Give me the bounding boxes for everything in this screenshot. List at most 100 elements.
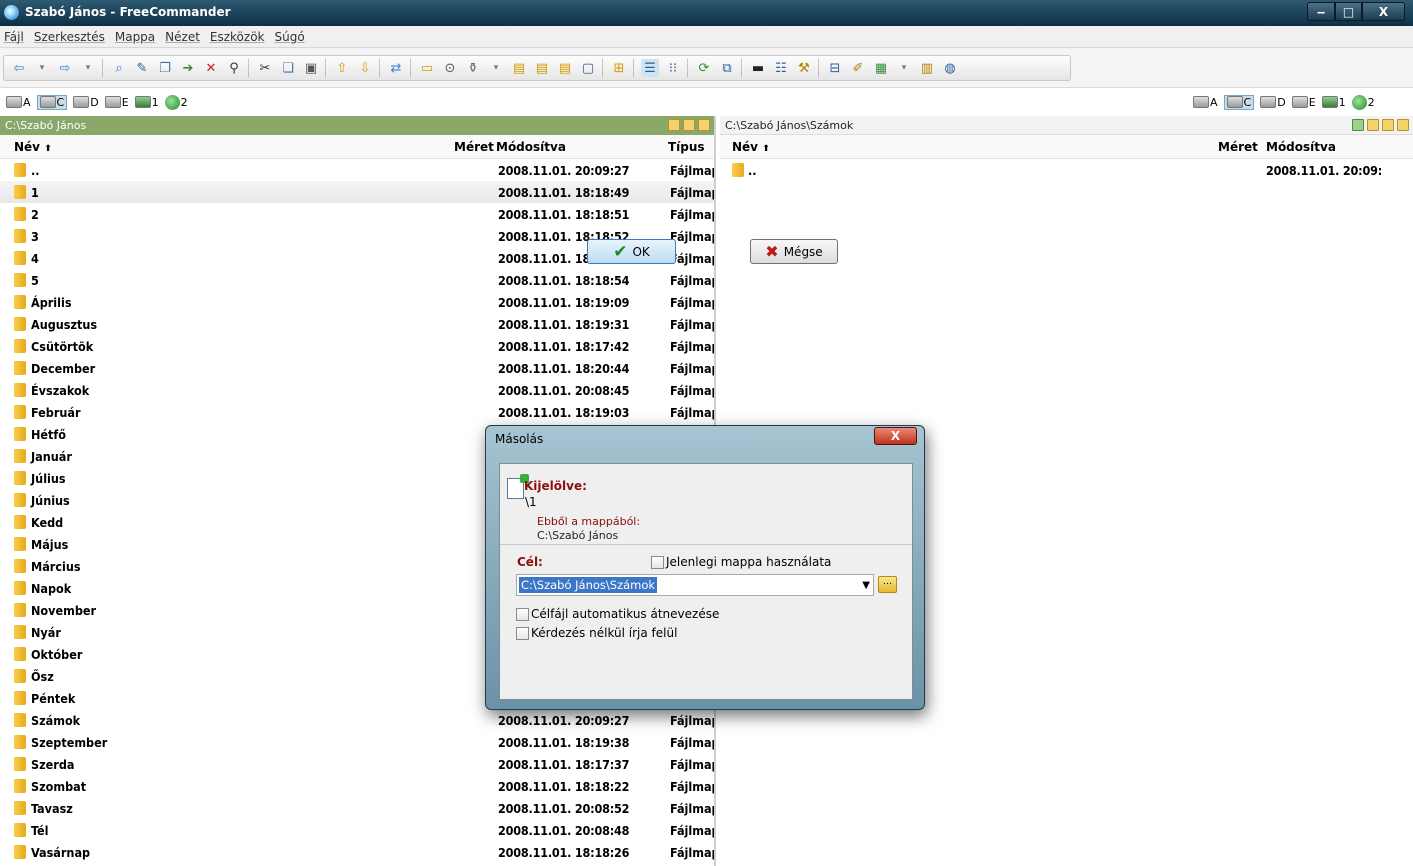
menu-help[interactable]: Súgó bbox=[275, 30, 305, 44]
menu-edit[interactable]: Szerkesztés bbox=[34, 30, 105, 44]
drive-network-1[interactable]: 1 bbox=[1321, 96, 1346, 109]
drive-c[interactable]: C bbox=[1223, 94, 1255, 110]
target-path-combobox[interactable]: C:\Szabó János\Számok ▼ bbox=[516, 574, 874, 596]
dropdown-icon[interactable]: ▾ bbox=[79, 59, 97, 77]
overwrite-checkbox[interactable] bbox=[516, 627, 529, 640]
folder-d-icon[interactable]: ▢ bbox=[579, 59, 597, 77]
drive-ftp-2[interactable]: 2 bbox=[1351, 94, 1375, 110]
menu-folder[interactable]: Mappa bbox=[115, 30, 155, 44]
file-row[interactable]: Szerda 2008.11.01. 18:17:37 Fájlmappa bbox=[0, 753, 714, 775]
drive-e[interactable]: E bbox=[104, 96, 129, 109]
file-row[interactable]: Tél 2008.11.01. 20:08:48 Fájlmappa bbox=[0, 819, 714, 841]
split-icon[interactable]: ⊟ bbox=[826, 59, 844, 77]
sync-icon[interactable]: ⇄ bbox=[387, 59, 405, 77]
dropdown-icon[interactable]: ▾ bbox=[895, 59, 913, 77]
folder-up-icon[interactable] bbox=[1397, 119, 1409, 131]
folder-c-icon[interactable]: ▤ bbox=[556, 59, 574, 77]
auto-rename-checkbox[interactable] bbox=[516, 608, 529, 621]
upload-icon[interactable]: ⇧ bbox=[333, 59, 351, 77]
close-button[interactable]: X bbox=[1362, 2, 1405, 21]
forward-arrow-icon[interactable]: ⇨ bbox=[56, 59, 74, 77]
column-size[interactable]: Méret bbox=[454, 140, 494, 154]
file-row[interactable]: .. 2008.11.01. 20:09:27 Fájlmappa bbox=[0, 159, 714, 181]
binoculars-icon[interactable]: ⊙ bbox=[441, 59, 459, 77]
left-path-bar[interactable]: C:\Szabó János bbox=[0, 116, 714, 135]
details-view-icon[interactable]: ☰ bbox=[641, 59, 659, 77]
dialog-close-button[interactable]: X bbox=[874, 427, 917, 445]
file-row[interactable]: December 2008.11.01. 18:20:44 Fájlmappa bbox=[0, 357, 714, 379]
tools-icon[interactable]: ⚒ bbox=[795, 59, 813, 77]
browse-folder-button[interactable]: … bbox=[878, 576, 897, 593]
file-row[interactable]: Április 2008.11.01. 18:19:09 Fájlmappa bbox=[0, 291, 714, 313]
column-name[interactable]: Név ⬆ bbox=[14, 140, 52, 154]
column-modified[interactable]: Módosítva bbox=[1266, 140, 1336, 154]
drive-a[interactable]: A bbox=[6, 96, 31, 109]
column-name[interactable]: Név ⬆ bbox=[732, 140, 770, 154]
cut-icon[interactable]: ✂ bbox=[256, 59, 274, 77]
drive-network-1[interactable]: 1 bbox=[134, 96, 159, 109]
minimize-button[interactable]: ‒ bbox=[1307, 2, 1335, 21]
file-row[interactable]: Évszakok 2008.11.01. 20:08:45 Fájlmappa bbox=[0, 379, 714, 401]
settings-icon[interactable]: ☷ bbox=[772, 59, 790, 77]
window-icon[interactable]: ⧉ bbox=[718, 59, 736, 77]
history-icon[interactable] bbox=[683, 119, 695, 131]
column-size[interactable]: Méret bbox=[1218, 140, 1258, 154]
new-folder-icon[interactable]: ▭ bbox=[418, 59, 436, 77]
file-row[interactable]: Február 2008.11.01. 18:19:03 Fájlmappa bbox=[0, 401, 714, 423]
maximize-button[interactable]: □ bbox=[1335, 2, 1362, 21]
file-row[interactable]: Szeptember 2008.11.01. 18:19:38 Fájlmappa bbox=[0, 731, 714, 753]
move-icon[interactable]: ➔ bbox=[179, 59, 197, 77]
menu-tools[interactable]: Eszközök bbox=[210, 30, 265, 44]
favorites-icon[interactable] bbox=[1367, 119, 1379, 131]
file-row[interactable]: Számok 2008.11.01. 20:09:27 Fájlmappa bbox=[0, 709, 714, 731]
copy-icon[interactable]: ❐ bbox=[156, 59, 174, 77]
dropdown-icon[interactable]: ▾ bbox=[33, 59, 51, 77]
download-icon[interactable]: ⇩ bbox=[356, 59, 374, 77]
history-icon[interactable] bbox=[1382, 119, 1394, 131]
drive-d[interactable]: D bbox=[1260, 96, 1286, 109]
tree-icon[interactable]: ⊞ bbox=[610, 59, 628, 77]
file-row[interactable]: Csütörtök 2008.11.01. 18:17:42 Fájlmappa bbox=[0, 335, 714, 357]
archive-icon[interactable]: ▥ bbox=[918, 59, 936, 77]
drive-a[interactable]: A bbox=[1193, 96, 1218, 109]
right-path-bar[interactable]: C:\Szabó János\Számok bbox=[720, 116, 1413, 135]
paste-icon[interactable]: ❏ bbox=[279, 59, 297, 77]
folder-a-icon[interactable]: ▤ bbox=[510, 59, 528, 77]
file-row[interactable]: .. 2008.11.01. 20:09: bbox=[720, 159, 1413, 181]
file-row[interactable]: 1 2008.11.01. 18:18:49 Fájlmappa bbox=[0, 181, 714, 203]
console-icon[interactable]: ▬ bbox=[749, 59, 767, 77]
column-modified[interactable]: Módosítva bbox=[496, 140, 566, 154]
file-row[interactable]: Augusztus 2008.11.01. 18:19:31 Fájlmappa bbox=[0, 313, 714, 335]
list-view-icon[interactable]: ⁝⁝ bbox=[664, 59, 682, 77]
column-type[interactable]: Típus bbox=[668, 140, 705, 154]
tree-sync-icon[interactable] bbox=[1352, 119, 1364, 131]
ok-button[interactable]: ✔ OK bbox=[587, 239, 676, 264]
favorites-icon[interactable] bbox=[668, 119, 680, 131]
file-row[interactable]: 2 2008.11.01. 18:18:51 Fájlmappa bbox=[0, 203, 714, 225]
refresh-icon[interactable]: ⟳ bbox=[695, 59, 713, 77]
edit-icon[interactable]: ✎ bbox=[133, 59, 151, 77]
file-row[interactable]: 5 2008.11.01. 18:18:54 Fájlmappa bbox=[0, 269, 714, 291]
use-current-folder-checkbox[interactable] bbox=[651, 556, 664, 569]
dropdown-icon[interactable]: ▾ bbox=[487, 59, 505, 77]
menu-view[interactable]: Nézet bbox=[165, 30, 200, 44]
drive-e[interactable]: E bbox=[1291, 96, 1316, 109]
file-row[interactable]: Vasárnap 2008.11.01. 18:18:26 Fájlmappa bbox=[0, 841, 714, 863]
paint-icon[interactable]: ✐ bbox=[849, 59, 867, 77]
menu-file[interactable]: Fájl bbox=[4, 30, 24, 44]
notes-icon[interactable]: ▦ bbox=[872, 59, 890, 77]
file-row[interactable]: Tavasz 2008.11.01. 20:08:52 Fájlmappa bbox=[0, 797, 714, 819]
cancel-button[interactable]: ✖ Mégse bbox=[750, 239, 838, 264]
drive-d[interactable]: D bbox=[73, 96, 99, 109]
back-arrow-icon[interactable]: ⇦ bbox=[10, 59, 28, 77]
folder-up-icon[interactable] bbox=[698, 119, 710, 131]
clipboard-icon[interactable]: ▣ bbox=[302, 59, 320, 77]
find-icon[interactable]: ⚲ bbox=[225, 59, 243, 77]
search-icon[interactable]: ⌕ bbox=[110, 59, 128, 77]
file-row[interactable]: Szombat 2008.11.01. 18:18:22 Fájlmappa bbox=[0, 775, 714, 797]
folder-b-icon[interactable]: ▤ bbox=[533, 59, 551, 77]
chevron-down-icon[interactable]: ▼ bbox=[862, 580, 870, 591]
delete-icon[interactable]: ✕ bbox=[202, 59, 220, 77]
globe-icon[interactable]: ◍ bbox=[941, 59, 959, 77]
drive-c[interactable]: C bbox=[36, 94, 68, 110]
